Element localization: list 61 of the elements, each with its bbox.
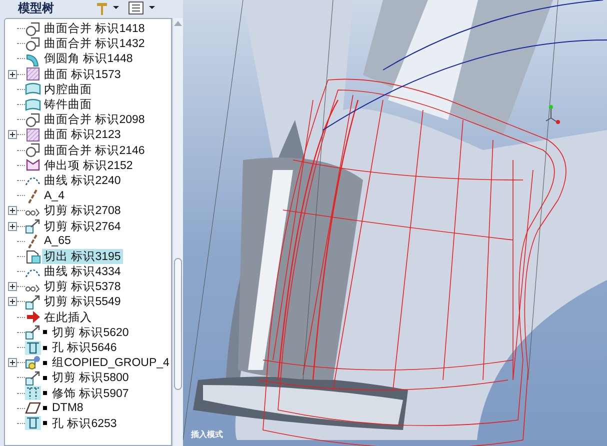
- surface-icon: [25, 126, 41, 143]
- tree-item[interactable]: A_65: [42, 235, 73, 248]
- tree-item[interactable]: 铸件曲面: [42, 97, 94, 112]
- tree-item[interactable]: 孔 标识5646: [50, 340, 119, 356]
- tree-item[interactable]: 曲面合并 标识1432: [42, 36, 147, 52]
- tree-item[interactable]: 曲线 标识2240: [42, 172, 123, 188]
- show-dropdown[interactable]: [128, 1, 158, 15]
- mode-label: 插入模式: [191, 429, 223, 440]
- cut-icon: [25, 218, 41, 234]
- tree-item[interactable]: 在此插入: [42, 310, 94, 325]
- hole-icon: [25, 415, 41, 432]
- cutout-icon: [25, 248, 41, 264]
- expand-toggle[interactable]: [8, 222, 17, 231]
- tree-item[interactable]: 切出 标识3195: [42, 248, 123, 264]
- merge-icon: [25, 20, 41, 37]
- scrollbar-thumb[interactable]: [174, 258, 182, 390]
- expand-toggle[interactable]: [8, 297, 17, 306]
- tree-item[interactable]: 曲面 标识1573: [42, 66, 123, 82]
- tree-item[interactable]: 切剪 标识2764: [42, 218, 123, 234]
- tree-item[interactable]: 组COPIED_GROUP_4: [50, 355, 172, 370]
- tree-item[interactable]: 修饰 标识5907: [50, 386, 131, 401]
- tree-item[interactable]: 切剪 标识5378: [42, 279, 123, 294]
- tree-item[interactable]: 伸出项 标识2152: [42, 158, 135, 173]
- quilt-icon: [25, 96, 41, 113]
- settings-dropdown[interactable]: [94, 1, 122, 15]
- tree-item[interactable]: 曲线 标识4334: [42, 264, 123, 280]
- protrusion-icon: [25, 157, 41, 174]
- cosmetic-icon: [25, 385, 41, 402]
- tree-item[interactable]: 切剪 标识2708: [42, 203, 123, 218]
- tree-item[interactable]: 曲面合并 标识1418: [42, 21, 147, 36]
- tree-item[interactable]: 切剪 标识5549: [42, 294, 123, 310]
- quilt-icon: [25, 81, 41, 98]
- expand-toggle[interactable]: [8, 358, 17, 368]
- tree-item[interactable]: 孔 标识6253: [50, 416, 119, 431]
- coordinate-axes-icon: [546, 105, 560, 124]
- merge-icon: [25, 112, 41, 128]
- expand-toggle[interactable]: [8, 282, 17, 292]
- cut-icon: [25, 370, 41, 386]
- arrow-icon: [25, 309, 41, 326]
- tree-item[interactable]: A_4: [42, 190, 66, 202]
- merge-icon: [25, 142, 41, 158]
- merge-icon: [25, 36, 41, 52]
- surface-icon: [25, 66, 41, 82]
- group-icon: [25, 354, 41, 371]
- hole-icon: [25, 340, 41, 356]
- tree-item[interactable]: 内腔曲面: [42, 82, 94, 97]
- expand-toggle[interactable]: [8, 206, 17, 216]
- tree-item[interactable]: 倒圆角 标识1448: [42, 51, 135, 66]
- expand-toggle[interactable]: [8, 70, 17, 79]
- datum-plane-icon: [25, 400, 41, 416]
- tree-item[interactable]: 曲面合并 标识2098: [42, 112, 147, 128]
- scrollbar[interactable]: [172, 18, 183, 446]
- panel-title: 模型树: [18, 0, 55, 16]
- tree-item[interactable]: 曲面 标识2123: [42, 127, 123, 142]
- cut-icon: [25, 324, 41, 340]
- tree-item[interactable]: 曲面合并 标识2146: [42, 142, 147, 158]
- tree-item[interactable]: 切剪 标识5620: [50, 324, 131, 340]
- cut-icon: [25, 294, 41, 310]
- tree-item[interactable]: DTM8: [50, 402, 86, 414]
- expand-toggle[interactable]: [8, 130, 17, 140]
- tree-item[interactable]: 切剪 标识5800: [50, 370, 131, 386]
